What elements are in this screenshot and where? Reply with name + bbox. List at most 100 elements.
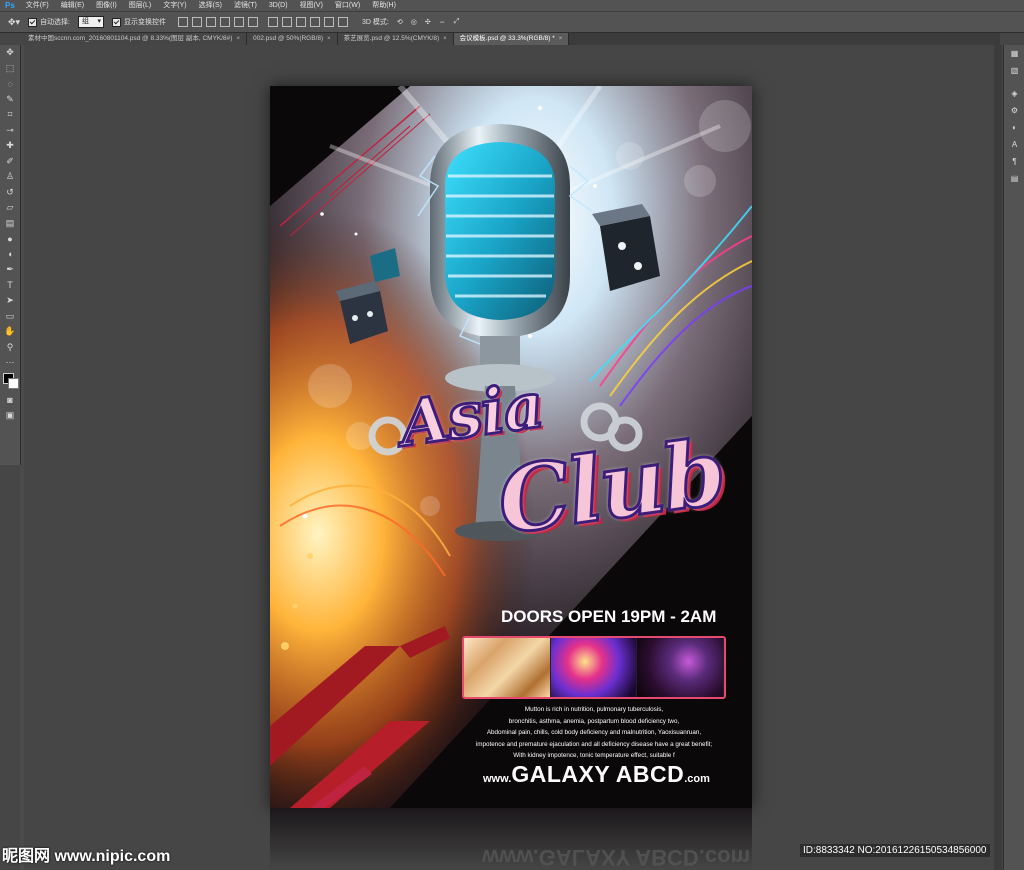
party-photo-1: [464, 638, 551, 697]
swatches-panel-icon[interactable]: ▧: [1004, 62, 1024, 79]
history-brush-tool-icon[interactable]: ↺: [0, 185, 20, 201]
dodge-tool-icon[interactable]: ◖: [0, 247, 20, 263]
document-tabs: 素材中国sccnn.com_20160801104.psd @ 8.33%(图层…: [22, 33, 1000, 45]
gradient-tool-icon[interactable]: ▤: [0, 216, 20, 232]
auto-select-option[interactable]: 自动选择:: [28, 17, 70, 27]
tab-label: 会议模板.psd @ 33.3%(RGB/8) *: [459, 35, 555, 42]
distribute-left-icon[interactable]: [310, 17, 321, 27]
lasso-tool-icon[interactable]: ◌: [0, 76, 20, 92]
auto-select-checkbox[interactable]: [28, 17, 38, 27]
close-icon[interactable]: ×: [443, 33, 447, 45]
screen-mode-icon[interactable]: ▣: [0, 408, 20, 424]
poster-canvas: Asia Club DOORS OPEN 19PM - 2AM Mutton i…: [270, 86, 752, 808]
shape-tool-icon[interactable]: ▭: [0, 309, 20, 325]
3d-slide-icon[interactable]: ⇔: [439, 19, 446, 26]
distribute-vcenter-icon[interactable]: [282, 17, 293, 27]
healing-tool-icon[interactable]: ✚: [0, 138, 20, 154]
doors-open-text: DOORS OPEN 19PM - 2AM: [501, 607, 717, 626]
menu-file[interactable]: 文件(F): [20, 0, 55, 11]
path-select-tool-icon[interactable]: ➤: [0, 293, 20, 309]
3d-pan-icon[interactable]: ✣: [425, 18, 431, 26]
type-tool-icon[interactable]: T: [0, 278, 20, 294]
show-transform-label: 显示变换控件: [124, 19, 167, 26]
clone-stamp-tool-icon[interactable]: ♙: [0, 169, 20, 185]
menu-layer[interactable]: 图层(L): [123, 0, 158, 11]
align-right-icon[interactable]: [248, 17, 259, 27]
blur-tool-icon[interactable]: ●: [0, 231, 20, 247]
hand-tool-icon[interactable]: ✋: [0, 324, 20, 340]
panel-dock: ▦ ▧ ◈ ⚙ ◐ A ¶ ▤: [1003, 45, 1024, 870]
body-line: impotence and premature ejaculation and …: [475, 740, 713, 748]
eyedropper-tool-icon[interactable]: ⊸: [0, 123, 20, 139]
body-line: Abdominal pain, chills, cold body defici…: [486, 729, 702, 737]
menu-view[interactable]: 视图(V): [294, 0, 329, 11]
close-icon[interactable]: ×: [327, 33, 331, 45]
body-copy: Mutton is rich in nutrition, pulmonary t…: [460, 704, 728, 762]
menu-select[interactable]: 选择(S): [193, 0, 228, 11]
tab-doc-2[interactable]: 002.psd @ 50%(RGB/8) ×: [246, 33, 338, 45]
channels-panel-icon[interactable]: ⚙: [1004, 102, 1024, 119]
menu-type[interactable]: 文字(Y): [157, 0, 192, 11]
menu-3d[interactable]: 3D(D): [263, 0, 294, 11]
align-hcenter-icon[interactable]: [234, 17, 245, 27]
photoshop-logo: Ps: [5, 1, 15, 10]
zoom-tool-icon[interactable]: ⚲: [0, 340, 20, 356]
mode-3d-label: 3D 模式:: [362, 19, 389, 26]
vertical-scrollbar[interactable]: [994, 45, 1002, 870]
align-vcenter-icon[interactable]: [192, 17, 203, 27]
distribute-bottom-icon[interactable]: [296, 17, 307, 27]
align-left-icon[interactable]: [220, 17, 231, 27]
show-transform-checkbox[interactable]: [112, 17, 122, 27]
align-bottom-icon[interactable]: [206, 17, 217, 27]
align-buttons: [174, 17, 349, 27]
marquee-tool-icon[interactable]: ⬚: [0, 61, 20, 77]
menu-help[interactable]: 帮助(H): [366, 0, 402, 11]
close-icon[interactable]: ×: [236, 33, 240, 45]
tab-doc-1[interactable]: 素材中国sccnn.com_20160801104.psd @ 8.33%(图层…: [22, 33, 247, 45]
align-top-icon[interactable]: [178, 17, 189, 27]
adjust-panel-icon[interactable]: ◐: [1004, 119, 1024, 136]
close-icon[interactable]: ×: [559, 33, 563, 45]
quick-mask-icon[interactable]: ◙: [0, 393, 20, 409]
website-prefix: www.: [483, 773, 512, 785]
3d-orbit-icon[interactable]: ⟲: [397, 18, 403, 26]
properties-panel-icon[interactable]: ▤: [1004, 170, 1024, 187]
menu-filter[interactable]: 滤镜(T): [228, 0, 263, 11]
brush-tool-icon[interactable]: ✐: [0, 154, 20, 170]
auto-select-label: 自动选择:: [40, 19, 71, 26]
menu-image[interactable]: 图像(I): [90, 0, 123, 11]
move-tool-preset[interactable]: ✥▾: [8, 17, 20, 28]
photo-strip: [462, 636, 726, 699]
distribute-top-icon[interactable]: [268, 17, 279, 27]
reflected-url: www.GALAXY ABCD.com: [482, 845, 751, 870]
3d-roll-icon[interactable]: ◎: [411, 18, 417, 26]
history-panel-icon[interactable]: ▦: [1004, 45, 1024, 62]
layers-panel-icon[interactable]: ◈: [1004, 85, 1024, 102]
tab-doc-4[interactable]: 会议模板.psd @ 33.3%(RGB/8) * ×: [453, 33, 570, 45]
show-transform-option[interactable]: 显示变换控件: [112, 17, 166, 27]
body-line: bronchitis, asthma, anemia, postpartum b…: [508, 717, 680, 725]
distribute-right-icon[interactable]: [338, 17, 349, 27]
menu-bar: Ps 文件(F) 编辑(E) 图像(I) 图层(L) 文字(Y) 选择(S) 滤…: [0, 0, 1024, 11]
menu-window[interactable]: 窗口(W): [329, 0, 366, 11]
more-tools-icon[interactable]: ⋯: [0, 355, 20, 371]
tab-label: 素材中国sccnn.com_20160801104.psd @ 8.33%(图层…: [28, 35, 233, 42]
pen-tool-icon[interactable]: ✒: [0, 262, 20, 278]
quick-select-tool-icon[interactable]: ✎: [0, 92, 20, 108]
website-main: GALAXY ABCD: [511, 761, 685, 787]
distribute-hcenter-icon[interactable]: [324, 17, 335, 27]
eraser-tool-icon[interactable]: ▱: [0, 200, 20, 216]
party-photo-3: [637, 638, 724, 697]
character-panel-icon[interactable]: A: [1004, 136, 1024, 153]
crop-tool-icon[interactable]: ⌗: [0, 107, 20, 123]
auto-select-dropdown[interactable]: 组: [78, 16, 105, 28]
paragraph-panel-icon[interactable]: ¶: [1004, 153, 1024, 170]
tab-doc-3[interactable]: 茶艺展览.psd @ 12.5%(CMYK/8) ×: [337, 33, 454, 45]
menu-edit[interactable]: 编辑(E): [55, 0, 90, 11]
party-photo-2: [550, 638, 638, 697]
tab-label: 002.psd @ 50%(RGB/8): [252, 35, 324, 42]
color-swatches[interactable]: [0, 371, 20, 393]
3d-scale-icon[interactable]: ⤢: [454, 18, 460, 26]
move-tool-icon[interactable]: ✥: [0, 45, 20, 61]
background-color-swatch[interactable]: [8, 377, 19, 389]
